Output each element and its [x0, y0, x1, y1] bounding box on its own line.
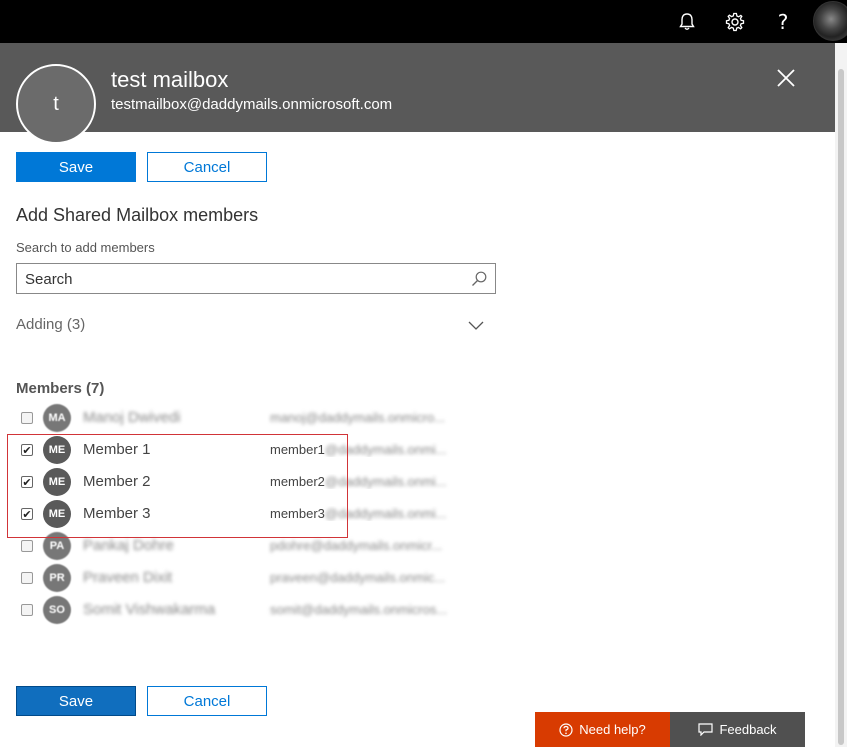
selected-members-highlight	[7, 434, 348, 538]
member-checkbox[interactable]	[21, 604, 33, 616]
cancel-button-bottom[interactable]: Cancel	[147, 686, 267, 716]
cancel-button-top[interactable]: Cancel	[147, 152, 267, 182]
save-button-bottom[interactable]: Save	[16, 686, 136, 716]
need-help-button[interactable]: Need help?	[535, 712, 670, 747]
member-avatar: PR	[43, 564, 71, 592]
user-profile-avatar[interactable]	[813, 1, 847, 41]
member-row: PR Praveen Dixit praveen@daddymails.onmi…	[0, 562, 470, 594]
section-title: Add Shared Mailbox members	[16, 205, 259, 225]
close-panel-button[interactable]	[772, 64, 800, 92]
feedback-label: Feedback	[719, 722, 777, 737]
close-icon	[777, 69, 795, 87]
member-name: Praveen Dixit	[83, 569, 173, 586]
save-button-top[interactable]: Save	[16, 152, 136, 182]
question-circle-icon	[559, 722, 573, 737]
panel-scrollbar[interactable]	[835, 43, 847, 747]
mailbox-email: testmailbox@daddymails.onmicrosoft.com	[111, 96, 393, 113]
chevron-down-icon[interactable]	[468, 318, 484, 336]
mailbox-name: test mailbox	[111, 67, 229, 92]
help-question-icon[interactable]: ?	[759, 0, 807, 43]
member-row: MA Manoj Dwivedi manoj@daddymails.onmicr…	[0, 402, 470, 434]
mailbox-avatar: t	[16, 64, 96, 144]
search-members-box[interactable]	[16, 263, 496, 294]
member-checkbox[interactable]	[21, 572, 33, 584]
feedback-button[interactable]: Feedback	[670, 712, 805, 747]
member-checkbox[interactable]	[21, 540, 33, 552]
member-name: Pankaj Dohre	[83, 537, 174, 554]
member-name: Manoj Dwivedi	[83, 409, 181, 426]
need-help-label: Need help?	[579, 722, 646, 737]
member-email: manoj@daddymails.onmicro...	[270, 410, 446, 425]
member-avatar: MA	[43, 404, 71, 432]
member-row: SO Somit Vishwakarma somit@daddymails.on…	[0, 594, 470, 626]
adding-count-label[interactable]: Adding (3)	[16, 316, 85, 333]
member-name: Somit Vishwakarma	[83, 601, 216, 618]
search-input[interactable]	[25, 270, 465, 288]
member-checkbox[interactable]	[21, 412, 33, 424]
member-email: somit@daddymails.onmicros...	[270, 602, 448, 617]
member-email: praveen@daddymails.onmic...	[270, 570, 446, 585]
comment-icon	[698, 723, 714, 736]
settings-gear-icon[interactable]	[711, 0, 759, 43]
scrollbar-thumb[interactable]	[838, 69, 844, 745]
member-email: pdohre@daddymails.onmicr...	[270, 538, 443, 553]
members-title: Members (7)	[16, 380, 105, 397]
mailbox-avatar-letter: t	[53, 92, 59, 115]
member-avatar: SO	[43, 596, 71, 624]
notifications-bell-icon[interactable]	[663, 0, 711, 43]
search-label: Search to add members	[16, 240, 155, 255]
suite-header-bar: ?	[0, 0, 847, 43]
search-icon[interactable]	[471, 271, 487, 292]
